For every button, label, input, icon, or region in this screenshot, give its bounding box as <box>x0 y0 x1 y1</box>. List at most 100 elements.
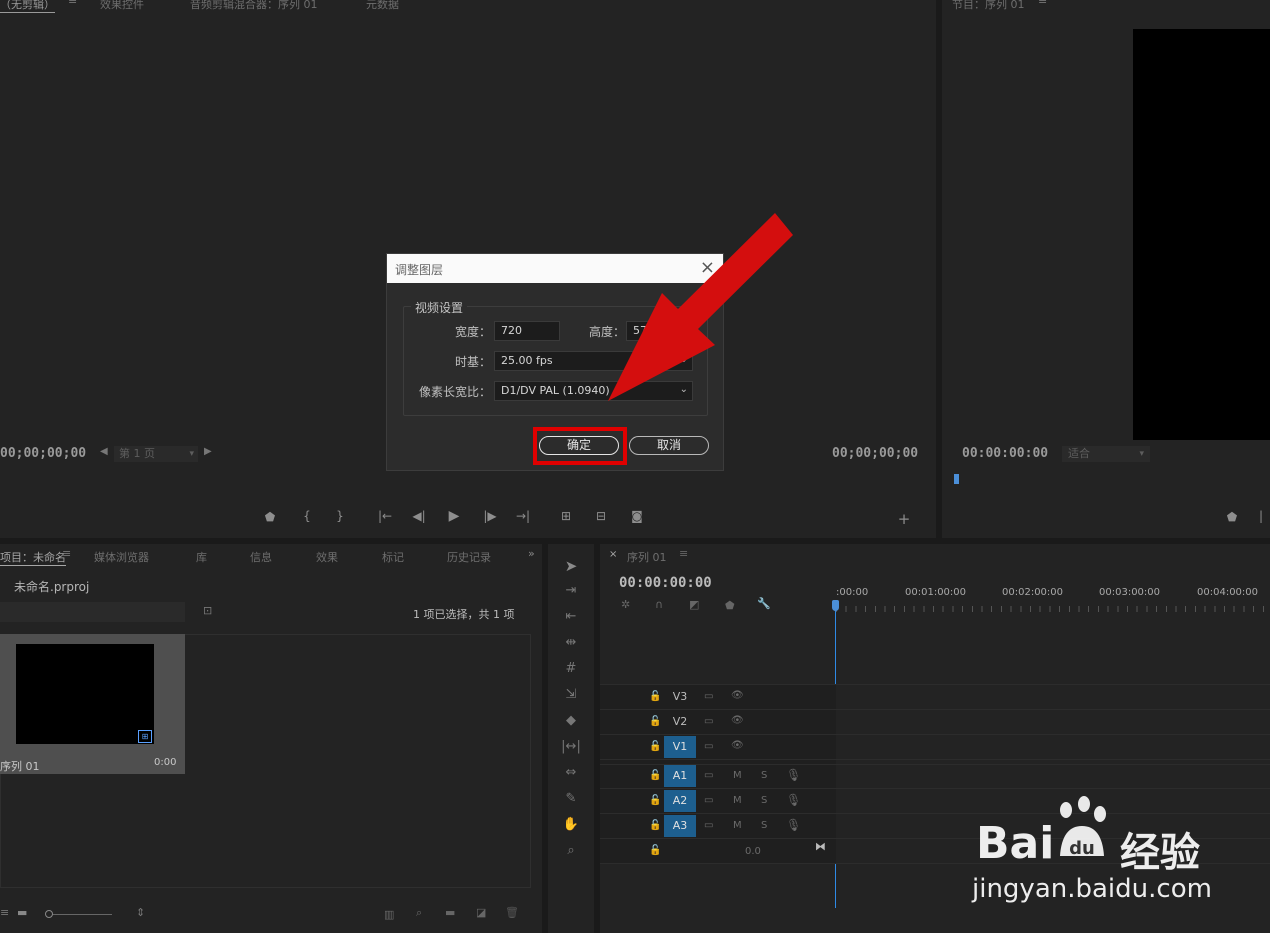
tab-effect-controls[interactable]: 效果控件 <box>100 0 144 12</box>
tab-metadata[interactable]: 元数据 <box>366 0 399 12</box>
sync-lock-icon[interactable]: ▭ <box>704 770 713 781</box>
tab-effects[interactable]: 效果 <box>316 549 338 565</box>
page-select[interactable]: 第 1 页 ▾ <box>114 446 198 462</box>
overwrite-icon[interactable]: ⊟ <box>592 509 610 523</box>
lock-icon[interactable]: 🔓 <box>649 716 661 727</box>
mic-icon[interactable]: 🎙 <box>786 793 801 807</box>
track-a1[interactable]: A1 <box>664 765 696 787</box>
selection-tool-icon[interactable]: ➤ <box>560 557 582 575</box>
ripple-edit-tool-icon[interactable]: ⇹ <box>560 635 582 650</box>
rolling-edit-tool-icon[interactable]: # <box>560 661 582 676</box>
add-marker-icon[interactable]: ⬟ <box>1223 510 1241 524</box>
sequence-thumbnail-card[interactable]: ⊞ 序列 01 0:00 <box>0 634 185 774</box>
rate-stretch-tool-icon[interactable]: ⇲ <box>560 687 582 702</box>
lock-icon[interactable]: 🔓 <box>649 820 661 831</box>
source-timecode-left[interactable]: 00;00;00;00 <box>0 446 86 461</box>
camera-icon[interactable]: ◙ <box>628 509 646 523</box>
icon-view-icon[interactable]: ▬ <box>17 906 27 919</box>
search-input[interactable] <box>0 602 185 622</box>
width-field[interactable]: 720 <box>494 321 560 341</box>
mute-button[interactable]: M <box>733 795 742 806</box>
eye-icon[interactable]: 👁 <box>731 690 744 701</box>
time-ruler-ticks[interactable] <box>836 606 1270 612</box>
page-next-icon[interactable]: ▶ <box>204 446 212 457</box>
mic-icon[interactable]: 🎙 <box>786 818 801 832</box>
tab-history[interactable]: 历史记录 <box>447 549 491 565</box>
insert-icon[interactable]: ⊞ <box>557 509 575 523</box>
track-select-back-icon[interactable]: ⇤ <box>560 609 582 624</box>
new-bin-icon[interactable]: ⊡ <box>203 604 212 617</box>
panel-menu-icon[interactable]: ≡ <box>62 547 71 560</box>
eye-icon[interactable]: 👁 <box>731 715 744 726</box>
tab-markers[interactable]: 标记 <box>382 549 404 565</box>
mute-button[interactable]: M <box>733 770 742 781</box>
sync-lock-icon[interactable]: ▭ <box>704 795 713 806</box>
play-icon[interactable]: ▶ <box>445 508 463 524</box>
sync-lock-icon[interactable]: ▭ <box>704 741 713 752</box>
trash-icon[interactable]: 🗑 <box>505 906 519 919</box>
ok-button[interactable]: 确定 <box>539 436 619 455</box>
page-prev-icon[interactable]: ◀ <box>100 446 108 457</box>
nest-icon[interactable]: ✲ <box>621 598 630 611</box>
track-a3[interactable]: A3 <box>664 815 696 837</box>
slide-tool-icon[interactable]: ⇔ <box>560 765 582 780</box>
solo-button[interactable]: S <box>761 820 767 831</box>
lock-icon[interactable]: 🔓 <box>649 795 661 806</box>
go-to-in-icon[interactable]: |← <box>376 509 394 523</box>
tab-libraries[interactable]: 库 <box>196 549 207 565</box>
panel-menu-icon[interactable]: ≡ <box>68 0 77 7</box>
master-volume-value[interactable]: 0.0 <box>745 846 761 857</box>
sync-lock-icon[interactable]: ▭ <box>704 716 713 727</box>
track-select-tool-icon[interactable]: ⇥ <box>560 583 582 598</box>
slip-tool-icon[interactable]: |↔| <box>560 739 582 754</box>
lock-icon[interactable]: 🔓 <box>649 770 661 781</box>
tab-source-no-clip[interactable]: （无剪辑） <box>0 0 55 13</box>
lock-icon[interactable]: 🔓 <box>649 741 661 752</box>
eye-icon[interactable]: 👁 <box>731 740 744 751</box>
panel-menu-icon[interactable]: ≡ <box>679 547 688 560</box>
close-icon[interactable]: × <box>609 549 617 560</box>
fit-select[interactable]: 适合 ▾ <box>1062 446 1150 462</box>
zoom-slider[interactable] <box>50 914 112 915</box>
solo-button[interactable]: S <box>761 770 767 781</box>
tab-media-browser[interactable]: 媒体浏览器 <box>94 549 149 565</box>
add-button-icon[interactable]: + <box>895 510 913 528</box>
zoom-tool-icon[interactable]: ⌕ <box>560 843 582 858</box>
add-marker-icon[interactable]: ⬟ <box>261 510 279 524</box>
sync-lock-icon[interactable]: ▭ <box>704 820 713 831</box>
mark-out-icon[interactable]: } <box>331 509 349 523</box>
pen-tool-icon[interactable]: ✎ <box>560 791 582 806</box>
mute-button[interactable]: M <box>733 820 742 831</box>
program-timecode[interactable]: 00:00:00:00 <box>962 446 1048 461</box>
track-v3[interactable]: V3 <box>664 686 696 708</box>
razor-tool-icon[interactable]: ◆ <box>560 713 582 728</box>
step-back-icon[interactable]: ◀| <box>410 509 428 523</box>
cancel-button[interactable]: 取消 <box>629 436 709 455</box>
track-v2[interactable]: V2 <box>664 711 696 733</box>
timeline-timecode[interactable]: 00:00:00:00 <box>619 575 712 591</box>
playhead-handle[interactable] <box>832 600 839 611</box>
find-icon[interactable]: ⌕ <box>416 906 422 920</box>
step-back-icon[interactable]: | <box>1252 509 1270 523</box>
track-a2[interactable]: A2 <box>664 790 696 812</box>
add-marker-icon[interactable]: ⬟ <box>725 599 735 612</box>
solo-button[interactable]: S <box>761 795 767 806</box>
sync-lock-icon[interactable]: ▭ <box>704 691 713 702</box>
lock-icon[interactable]: 🔓 <box>649 845 661 856</box>
list-view-icon[interactable]: ≡ <box>0 906 9 919</box>
go-to-out-icon[interactable]: →| <box>514 509 532 523</box>
zoom-slider-handle[interactable] <box>45 910 53 918</box>
tab-program[interactable]: 节目：序列 01 <box>952 0 1025 12</box>
mark-in-icon[interactable]: { <box>298 509 316 523</box>
new-bin-folder-icon[interactable]: ▬ <box>445 906 455 919</box>
step-forward-icon[interactable]: |▶ <box>481 509 499 523</box>
wrench-icon[interactable]: 🔧 <box>757 597 771 610</box>
tab-audio-clip-mixer[interactable]: 音频剪辑混合器：序列 01 <box>190 0 318 12</box>
sort-icon[interactable]: ⇕ <box>136 906 145 919</box>
source-timecode-right[interactable]: 00;00;00;00 <box>832 446 918 461</box>
tab-project[interactable]: 项目：未命名 <box>0 549 66 566</box>
playhead-marker[interactable] <box>954 474 959 484</box>
snap-icon[interactable]: ∩ <box>655 598 663 611</box>
track-v1[interactable]: V1 <box>664 736 696 758</box>
new-item-icon[interactable]: ◪ <box>476 906 486 919</box>
